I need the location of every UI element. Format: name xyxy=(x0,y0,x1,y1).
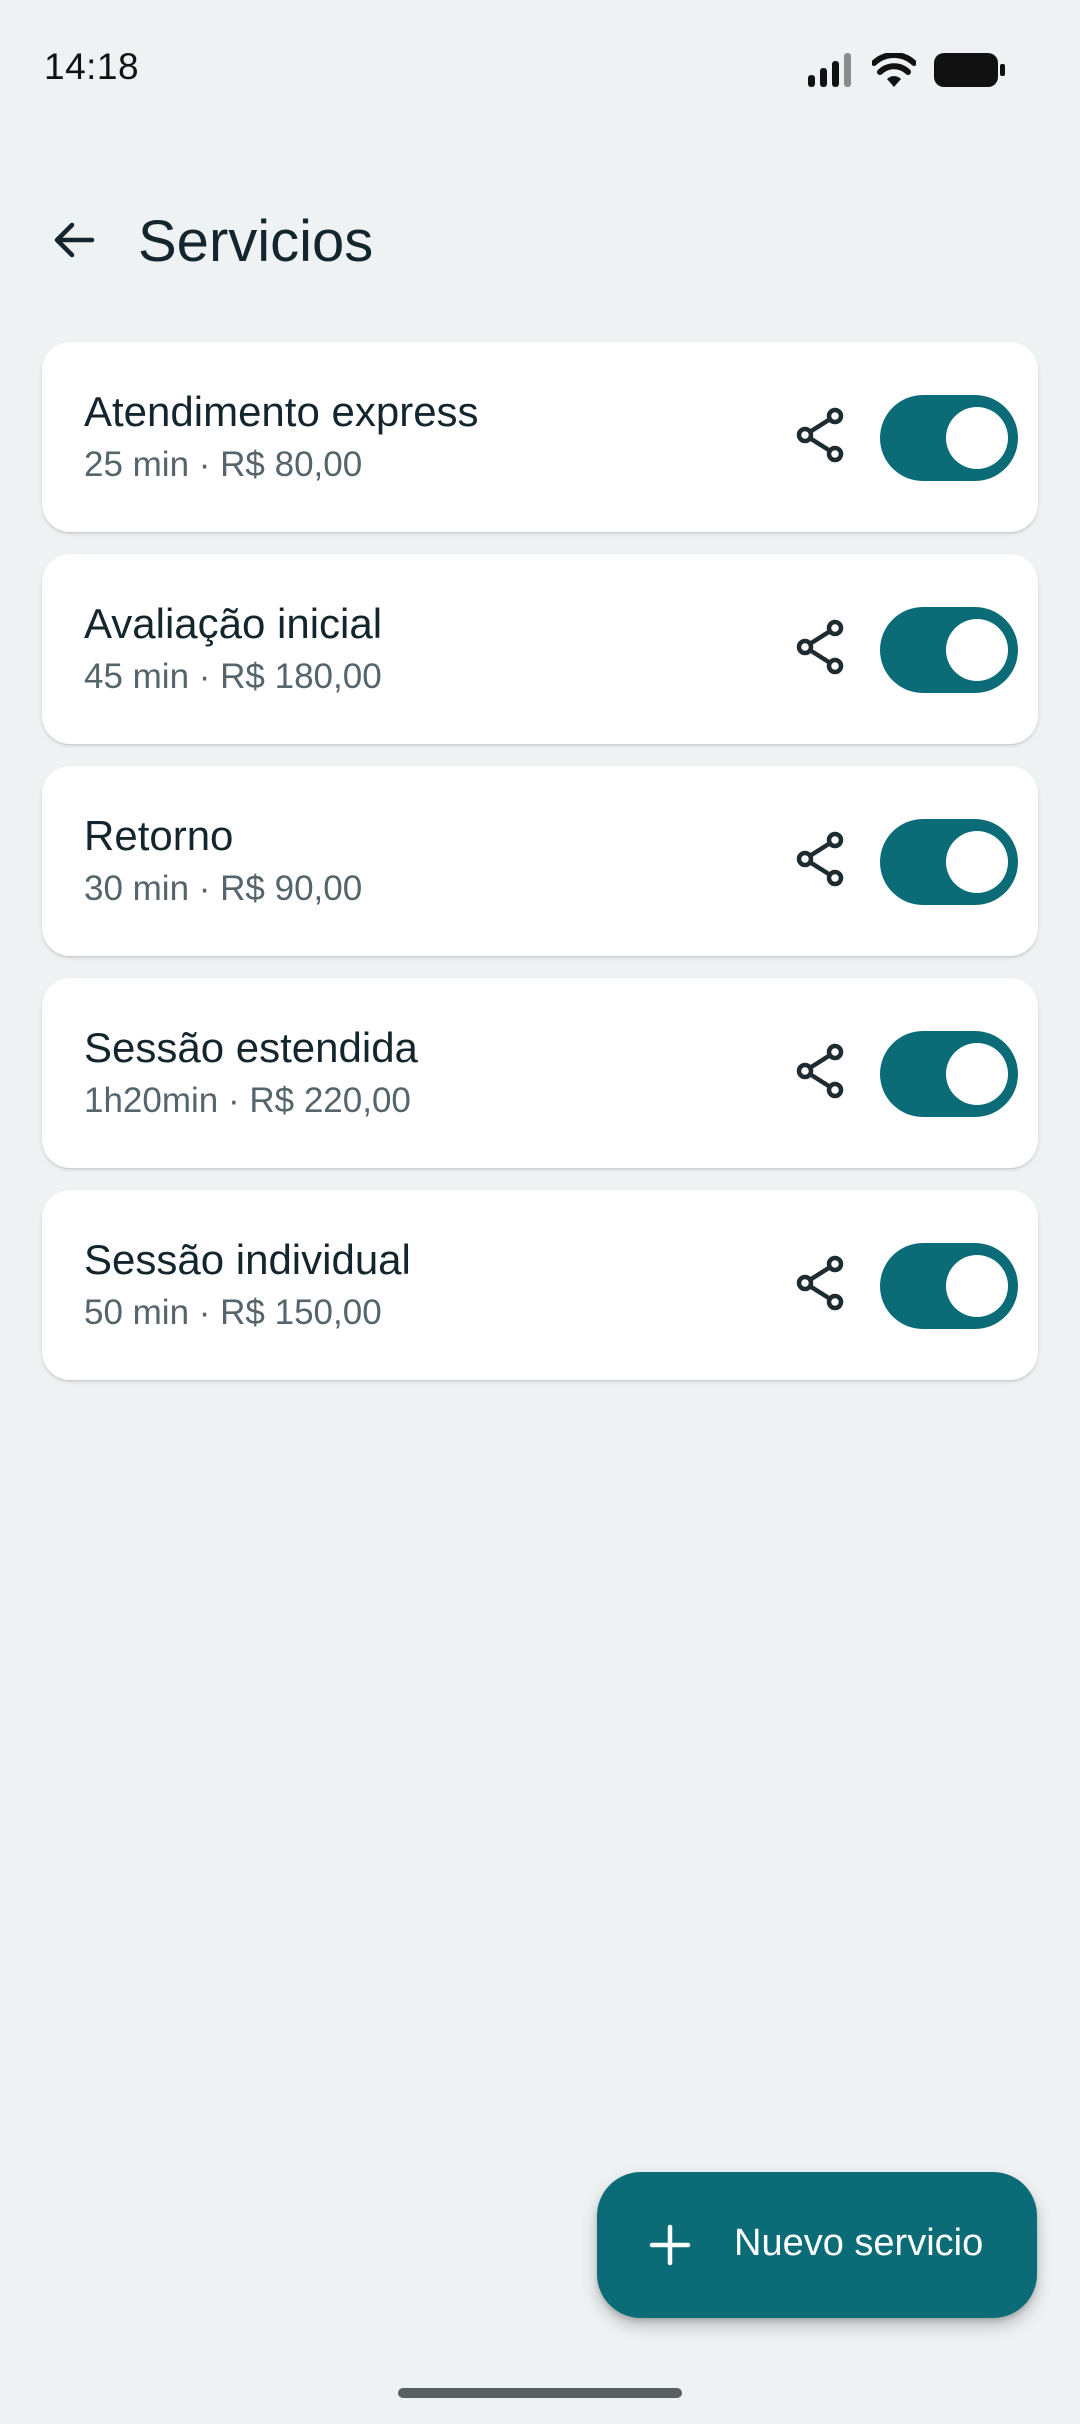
service-enabled-toggle[interactable] xyxy=(880,395,1018,481)
service-name: Atendimento express xyxy=(84,388,479,435)
share-icon xyxy=(793,831,847,892)
status-time: 14:18 xyxy=(44,46,140,87)
share-icon xyxy=(793,1043,847,1104)
battery-icon xyxy=(934,52,1006,92)
service-meta: 1h20min · R$ 220,00 xyxy=(84,1081,411,1120)
app-bar: Servicios xyxy=(0,186,1080,290)
share-icon xyxy=(793,1255,847,1316)
new-service-button[interactable]: Nuevo servicio xyxy=(597,2172,1037,2318)
signal-icon xyxy=(808,52,854,92)
wifi-icon xyxy=(871,51,917,92)
toggle-knob xyxy=(946,619,1008,681)
services-list: Atendimento express 25 min · R$ 80,00 Av… xyxy=(42,342,1038,1380)
service-meta: 45 min · R$ 180,00 xyxy=(84,657,382,696)
service-card[interactable]: Retorno 30 min · R$ 90,00 xyxy=(42,766,1038,956)
service-meta: 30 min · R$ 90,00 xyxy=(84,869,363,908)
service-meta: 25 min · R$ 80,00 xyxy=(84,445,363,484)
share-button[interactable] xyxy=(786,1039,854,1107)
service-card[interactable]: Sessão estendida 1h20min · R$ 220,00 xyxy=(42,978,1038,1168)
service-name: Sessão estendida xyxy=(84,1024,418,1071)
service-card[interactable]: Atendimento express 25 min · R$ 80,00 xyxy=(42,342,1038,532)
status-bar: 14:18 xyxy=(0,0,1080,140)
share-button[interactable] xyxy=(786,403,854,471)
share-icon xyxy=(793,619,847,680)
service-enabled-toggle[interactable] xyxy=(880,607,1018,693)
service-meta: 50 min · R$ 150,00 xyxy=(84,1293,382,1332)
service-name: Retorno xyxy=(84,812,234,859)
toggle-knob xyxy=(946,1255,1008,1317)
toggle-knob xyxy=(946,1043,1008,1105)
plus-icon xyxy=(647,2222,693,2268)
share-icon xyxy=(793,407,847,468)
service-name: Avaliação inicial xyxy=(84,600,383,647)
status-icons xyxy=(808,51,1006,92)
share-button[interactable] xyxy=(786,1251,854,1319)
service-card[interactable]: Avaliação inicial 45 min · R$ 180,00 xyxy=(42,554,1038,744)
share-button[interactable] xyxy=(786,827,854,895)
service-name: Sessão individual xyxy=(84,1236,411,1283)
service-enabled-toggle[interactable] xyxy=(880,1031,1018,1117)
service-card[interactable]: Sessão individual 50 min · R$ 150,00 xyxy=(42,1190,1038,1380)
service-enabled-toggle[interactable] xyxy=(880,1243,1018,1329)
toggle-knob xyxy=(946,831,1008,893)
back-button[interactable] xyxy=(36,204,112,280)
arrow-back-icon xyxy=(50,216,98,269)
share-button[interactable] xyxy=(786,615,854,683)
toggle-knob xyxy=(946,407,1008,469)
home-indicator[interactable] xyxy=(398,2388,682,2398)
service-enabled-toggle[interactable] xyxy=(880,819,1018,905)
page-title: Servicios xyxy=(138,209,374,274)
new-service-label: Nuevo servicio xyxy=(734,2222,984,2264)
